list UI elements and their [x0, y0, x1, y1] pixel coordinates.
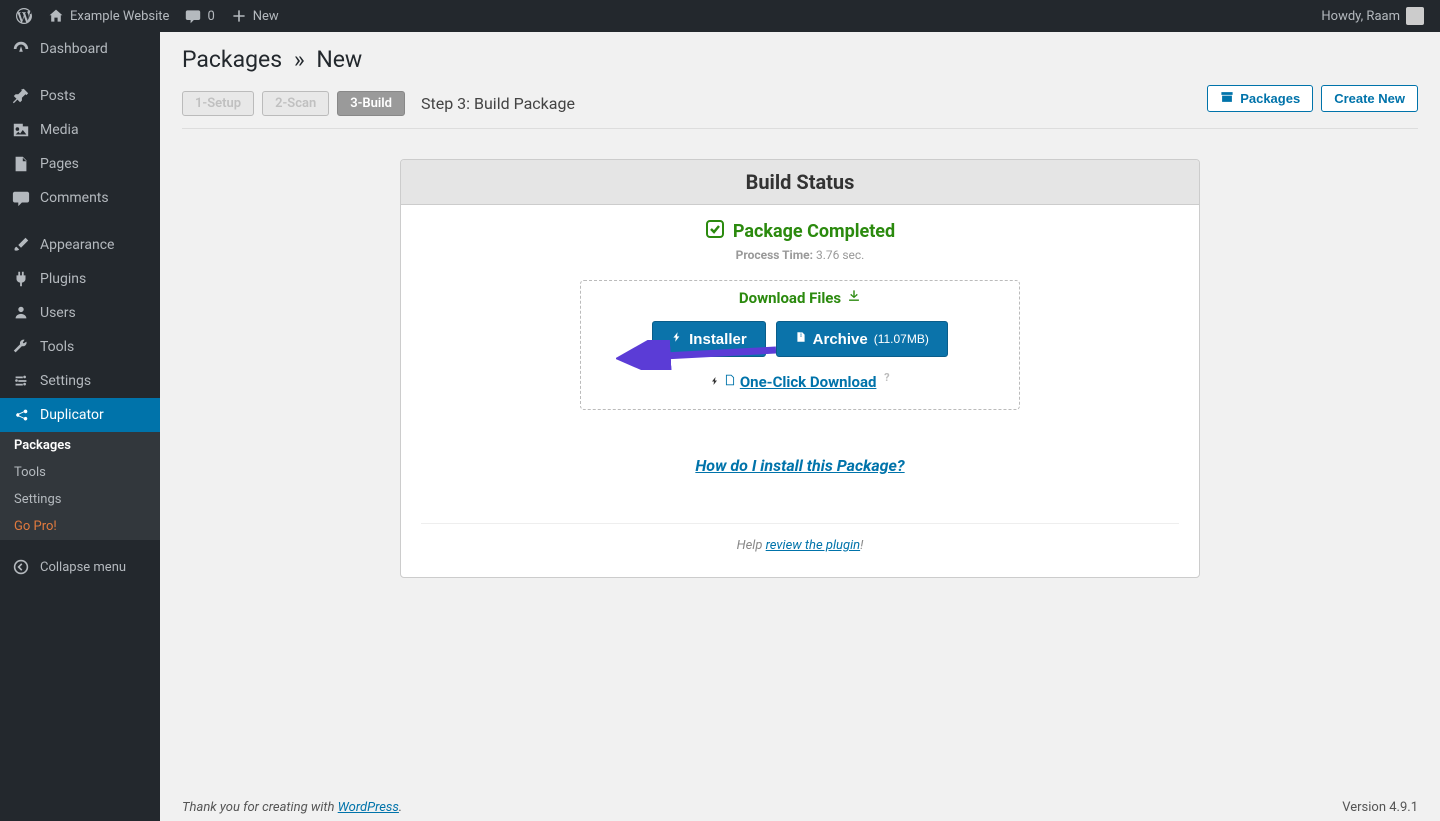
page-title: Packages » New [182, 42, 1418, 85]
process-time: Process Time: 3.76 sec. [421, 248, 1179, 262]
sidebar-item-label: Pages [40, 156, 79, 172]
help-icon[interactable]: ? [884, 371, 889, 384]
howdy-text: Howdy, Raam [1321, 9, 1400, 24]
download-box: Download Files Installer Archive (11.07M… [580, 280, 1020, 410]
sidebar-item-media[interactable]: Media [0, 113, 160, 147]
sidebar-item-label: Plugins [40, 271, 86, 287]
collapse-icon [12, 558, 30, 576]
one-click-link[interactable]: One-Click Download [740, 373, 877, 391]
how-install-link[interactable]: How do I install this Package? [695, 456, 904, 475]
sidebar-item-settings[interactable]: Settings [0, 364, 160, 398]
new-menu[interactable]: New [223, 0, 287, 32]
version-text: Version 4.9.1 [1342, 800, 1418, 815]
sidebar-item-tools[interactable]: Tools [0, 330, 160, 364]
comments-count-value: 0 [207, 9, 214, 24]
sidebar-item-dashboard[interactable]: Dashboard [0, 32, 160, 66]
archive-button[interactable]: Archive (11.07MB) [776, 321, 948, 357]
download-icon [847, 289, 861, 307]
comments-count[interactable]: 0 [177, 0, 222, 32]
file-icon [724, 373, 736, 391]
admin-bar: Example Website 0 New Howdy, Raam [0, 0, 1440, 32]
sidebar-item-comments[interactable]: Comments [0, 181, 160, 215]
sidebar-item-plugins[interactable]: Plugins [0, 262, 160, 296]
avatar [1406, 7, 1424, 25]
main-content: Packages » New 1-Setup 2-Scan 3-Build St… [160, 32, 1440, 821]
collapse-label: Collapse menu [40, 560, 126, 575]
sidebar-item-label: Duplicator [40, 407, 104, 423]
sidebar-item-label: Settings [40, 373, 91, 389]
user-icon [12, 304, 30, 322]
build-status-panel: Build Status Package Completed Process T… [400, 159, 1200, 578]
media-icon [12, 121, 30, 139]
settings-icon [12, 372, 30, 390]
wordpress-icon [16, 8, 32, 24]
submenu-tools[interactable]: Tools [0, 459, 160, 486]
submenu-settings[interactable]: Settings [0, 486, 160, 513]
site-name[interactable]: Example Website [40, 0, 177, 32]
status-line: Package Completed [421, 219, 1179, 244]
step-label: Step 3: Build Package [421, 94, 575, 113]
panel-header: Build Status [401, 160, 1199, 205]
sidebar-item-label: Posts [40, 88, 76, 104]
one-click-download: One-Click Download ? [593, 371, 1007, 391]
howdy-user[interactable]: Howdy, Raam [1313, 0, 1432, 32]
install-help-link: How do I install this Package? [421, 456, 1179, 475]
brush-icon [12, 236, 30, 254]
file-zip-icon [795, 330, 807, 348]
sidebar-item-posts[interactable]: Posts [0, 79, 160, 113]
sidebar-item-duplicator[interactable]: Duplicator [0, 398, 160, 432]
wp-logo[interactable] [8, 0, 40, 32]
step-3-build[interactable]: 3-Build [337, 91, 405, 116]
packages-button[interactable]: Packages [1207, 85, 1313, 112]
admin-sidebar: Dashboard Posts Media Pages Comments App… [0, 32, 160, 821]
sidebar-item-pages[interactable]: Pages [0, 147, 160, 181]
review-plugin-link[interactable]: review the plugin [766, 538, 860, 553]
step-1-setup[interactable]: 1-Setup [182, 91, 254, 116]
comment-icon [185, 8, 201, 24]
check-icon [705, 219, 725, 244]
new-label: New [253, 9, 279, 24]
create-new-button[interactable]: Create New [1321, 85, 1418, 112]
sidebar-item-label: Media [40, 122, 79, 138]
bolt-icon [671, 330, 683, 348]
comment-icon [12, 189, 30, 207]
sidebar-item-appearance[interactable]: Appearance [0, 228, 160, 262]
sidebar-submenu: Packages Tools Settings Go Pro! [0, 432, 160, 540]
review-line: Help review the plugin! [421, 523, 1179, 553]
home-icon [48, 8, 64, 24]
collapse-menu[interactable]: Collapse menu [0, 548, 160, 586]
page-icon [12, 155, 30, 173]
steps-row: 1-Setup 2-Scan 3-Build Step 3: Build Pac… [182, 85, 1418, 129]
sidebar-item-label: Users [40, 305, 76, 321]
download-title: Download Files [739, 289, 861, 307]
submenu-packages[interactable]: Packages [0, 432, 160, 459]
submenu-go-pro[interactable]: Go Pro! [0, 513, 160, 540]
site-name-text: Example Website [70, 9, 169, 24]
plus-icon [231, 8, 247, 24]
share-icon [12, 406, 30, 424]
bolt-icon [710, 373, 720, 391]
sidebar-item-label: Appearance [40, 237, 114, 253]
sidebar-item-users[interactable]: Users [0, 296, 160, 330]
sidebar-item-label: Tools [40, 339, 74, 355]
step-2-scan[interactable]: 2-Scan [262, 91, 329, 116]
sidebar-item-label: Dashboard [40, 41, 108, 57]
archive-box-icon [1220, 90, 1234, 107]
plug-icon [12, 270, 30, 288]
wordpress-link[interactable]: WordPress [338, 800, 399, 815]
pin-icon [12, 87, 30, 105]
admin-footer: Thank you for creating with WordPress. V… [182, 786, 1418, 821]
installer-button[interactable]: Installer [652, 321, 766, 357]
wrench-icon [12, 338, 30, 356]
sidebar-item-label: Comments [40, 190, 109, 206]
dashboard-icon [12, 40, 30, 58]
